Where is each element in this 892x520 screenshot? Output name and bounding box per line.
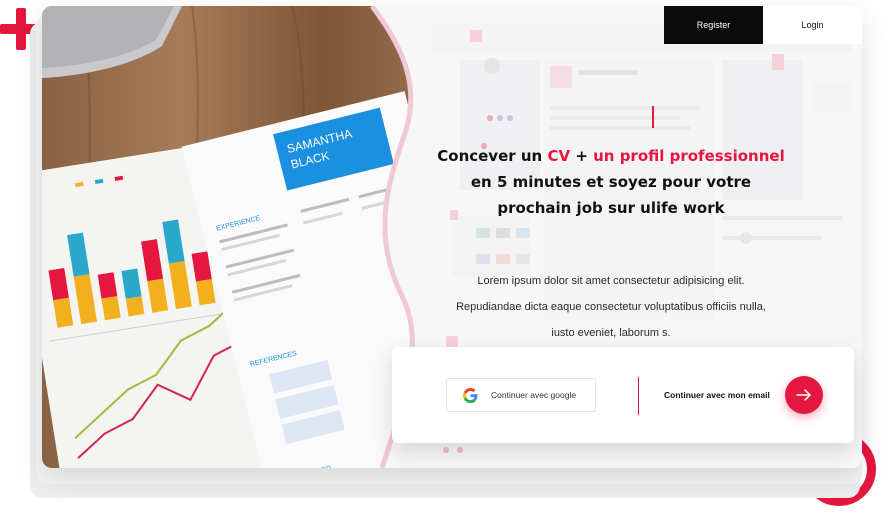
auth-tabs: Register Login (664, 6, 862, 44)
auth-panel: Continuer avec google Continuer avec mon… (392, 347, 854, 443)
headline-rest: en 5 minutes et soyez pour votre prochai… (470, 173, 752, 217)
headline-text: Concever un (437, 147, 548, 165)
description-line: Repudiandae dicta eaque consectetur volu… (456, 301, 766, 313)
email-continue-button[interactable] (785, 376, 823, 414)
hero-headline: Concever un CV + un profil professionnel… (436, 143, 786, 221)
email-signin-label[interactable]: Continuer avec mon email (664, 390, 770, 400)
description-line: iusto eveniet, laborum s. (551, 327, 671, 339)
resume-desk-photo: SAMANTHA BLACK EXPERIENCE REFERENCES COV… (42, 6, 415, 468)
google-g-icon (463, 387, 478, 403)
register-tab[interactable]: Register (664, 6, 763, 44)
hero-description: Lorem ipsum dolor sit amet consectetur a… (438, 268, 784, 346)
headline-plus: + (570, 147, 594, 165)
google-button-label: Continuer avec google (491, 390, 577, 400)
accent-line (652, 106, 654, 128)
arrow-right-icon (796, 389, 811, 401)
description-line: Lorem ipsum dolor sit amet consectetur a… (477, 275, 745, 287)
login-tab[interactable]: Login (763, 6, 862, 44)
headline-profil: un profil professionnel (593, 147, 785, 165)
google-signin-button[interactable]: Continuer avec google (446, 378, 596, 412)
headline-cv: CV (547, 147, 571, 165)
auth-divider (638, 377, 639, 415)
